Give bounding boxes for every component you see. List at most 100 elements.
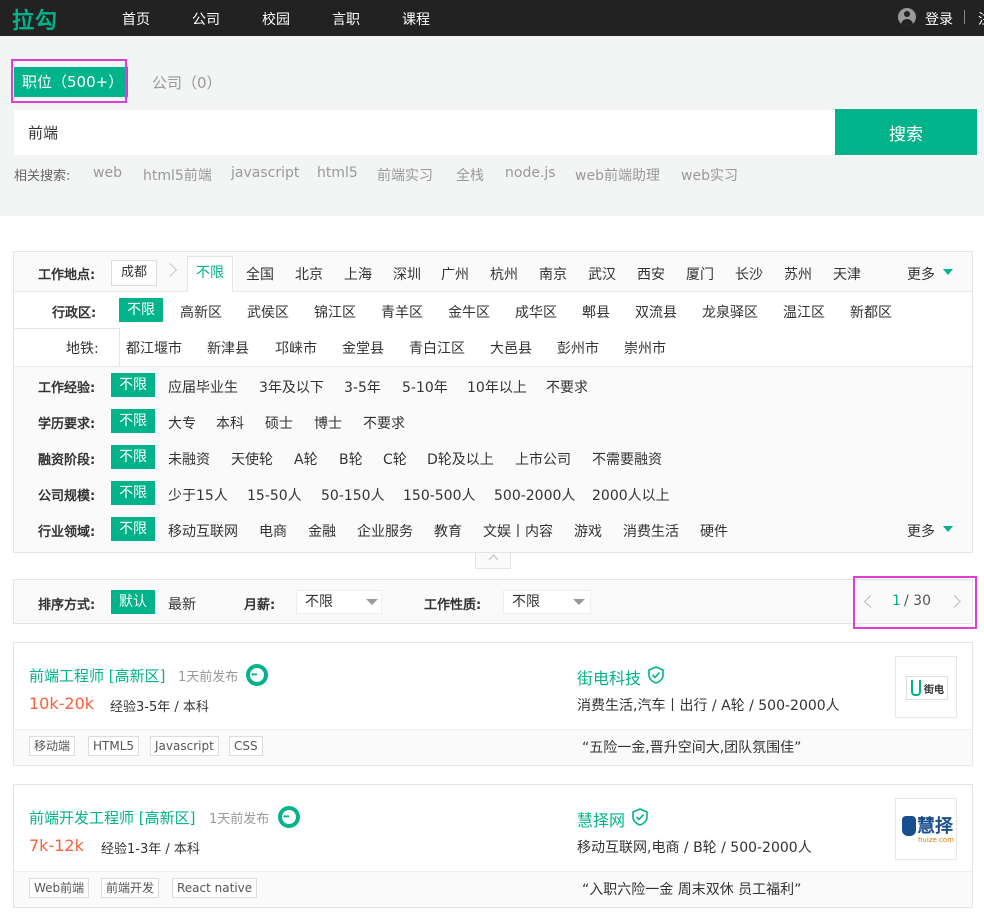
- company-logo[interactable]: 慧择 huize.com: [895, 798, 957, 860]
- city-selector[interactable]: 成都: [111, 260, 157, 286]
- lagou-logo[interactable]: 拉勾: [12, 3, 58, 35]
- location-option[interactable]: 西安: [637, 264, 665, 284]
- location-option[interactable]: 杭州: [490, 264, 518, 284]
- experience-unlimited[interactable]: 不限: [111, 373, 155, 397]
- company-name[interactable]: 街电科技: [577, 665, 641, 689]
- location-option[interactable]: 上海: [344, 264, 372, 284]
- location-option[interactable]: 厦门: [686, 264, 714, 284]
- user-icon[interactable]: [898, 8, 916, 26]
- metro-option[interactable]: 邛崃市: [275, 338, 317, 358]
- job-title[interactable]: 前端工程师 [高新区]: [29, 665, 165, 686]
- metro-option[interactable]: 彭州市: [557, 338, 599, 358]
- size-option[interactable]: 500-2000人: [494, 485, 575, 505]
- experience-option[interactable]: 不要求: [546, 377, 588, 397]
- industry-option[interactable]: 消费生活: [623, 521, 679, 541]
- metro-option[interactable]: 青白江区: [409, 338, 465, 358]
- industry-option[interactable]: 金融: [308, 521, 336, 541]
- company-logo[interactable]: 街电: [895, 656, 957, 718]
- industry-unlimited[interactable]: 不限: [111, 517, 155, 541]
- metro-label[interactable]: 地铁:: [66, 338, 99, 358]
- industry-option[interactable]: 移动互联网: [168, 521, 238, 541]
- financing-option[interactable]: 天使轮: [231, 449, 273, 469]
- financing-option[interactable]: 上市公司: [515, 449, 571, 469]
- financing-option[interactable]: 未融资: [168, 449, 210, 469]
- experience-option[interactable]: 3年及以下: [259, 377, 324, 397]
- experience-option[interactable]: 3-5年: [344, 377, 381, 397]
- location-option[interactable]: 南京: [539, 264, 567, 284]
- district-unlimited[interactable]: 不限: [119, 298, 163, 322]
- related-link[interactable]: node.js: [505, 165, 556, 181]
- education-option[interactable]: 大专: [168, 413, 196, 433]
- location-option[interactable]: 深圳: [393, 264, 421, 284]
- collapse-filter-button[interactable]: [475, 553, 511, 569]
- location-unlimited[interactable]: 不限: [187, 256, 233, 292]
- sort-newest[interactable]: 最新: [168, 594, 196, 614]
- financing-unlimited[interactable]: 不限: [111, 445, 155, 469]
- financing-option[interactable]: B轮: [339, 449, 363, 469]
- metro-option[interactable]: 崇州市: [624, 338, 666, 358]
- company-name[interactable]: 慧择网: [577, 807, 625, 831]
- education-option[interactable]: 博士: [314, 413, 342, 433]
- financing-option[interactable]: A轮: [294, 449, 318, 469]
- education-unlimited[interactable]: 不限: [111, 409, 155, 433]
- industry-option[interactable]: 电商: [259, 521, 287, 541]
- metro-option[interactable]: 新津县: [207, 338, 249, 358]
- district-option[interactable]: 武侯区: [247, 302, 289, 322]
- nav-item-courses[interactable]: 课程: [402, 9, 430, 29]
- experience-option[interactable]: 应届毕业生: [168, 377, 238, 397]
- sort-default[interactable]: 默认: [111, 590, 155, 614]
- district-option[interactable]: 成华区: [515, 302, 557, 322]
- login-link[interactable]: 登录: [925, 9, 953, 29]
- size-unlimited[interactable]: 不限: [111, 481, 155, 505]
- experience-option[interactable]: 5-10年: [402, 377, 448, 397]
- district-option[interactable]: 新都区: [850, 302, 892, 322]
- related-link[interactable]: html5: [317, 165, 358, 181]
- district-option[interactable]: 金牛区: [448, 302, 490, 322]
- location-option[interactable]: 全国: [246, 264, 274, 284]
- industry-option[interactable]: 教育: [434, 521, 462, 541]
- location-option[interactable]: 长沙: [735, 264, 763, 284]
- nav-item-yanzhi[interactable]: 言职: [332, 9, 360, 29]
- industry-option[interactable]: 企业服务: [357, 521, 413, 541]
- education-option[interactable]: 硕士: [265, 413, 293, 433]
- education-option[interactable]: 不要求: [363, 413, 405, 433]
- location-option[interactable]: 苏州: [784, 264, 812, 284]
- location-option[interactable]: 武汉: [588, 264, 616, 284]
- education-option[interactable]: 本科: [216, 413, 244, 433]
- nav-cut-text[interactable]: 注: [978, 9, 984, 29]
- nav-item-company[interactable]: 公司: [192, 9, 220, 29]
- district-option[interactable]: 龙泉驿区: [702, 302, 758, 322]
- district-option[interactable]: 锦江区: [314, 302, 356, 322]
- search-button[interactable]: 搜索: [835, 109, 977, 155]
- related-link[interactable]: javascript: [231, 165, 299, 181]
- related-link[interactable]: 前端实习: [377, 165, 433, 185]
- industry-option[interactable]: 游戏: [574, 521, 602, 541]
- size-option[interactable]: 50-150人: [321, 485, 385, 505]
- size-option[interactable]: 15-50人: [247, 485, 302, 505]
- financing-option[interactable]: D轮及以上: [427, 449, 494, 469]
- search-input[interactable]: [14, 110, 835, 155]
- tab-companies[interactable]: 公司（0）: [152, 72, 222, 93]
- chat-icon[interactable]: [278, 806, 300, 828]
- district-option[interactable]: 高新区: [180, 302, 222, 322]
- related-link[interactable]: html5前端: [143, 165, 212, 185]
- size-option[interactable]: 少于15人: [168, 485, 228, 505]
- experience-option[interactable]: 10年以上: [467, 377, 527, 397]
- metro-option[interactable]: 大邑县: [490, 338, 532, 358]
- location-option[interactable]: 天津: [833, 264, 861, 284]
- size-option[interactable]: 2000人以上: [592, 485, 670, 505]
- related-link[interactable]: web前端助理: [575, 165, 660, 185]
- financing-option[interactable]: 不需要融资: [592, 449, 662, 469]
- location-option[interactable]: 广州: [441, 264, 469, 284]
- related-link[interactable]: 全栈: [456, 165, 484, 185]
- related-link[interactable]: web实习: [681, 165, 738, 185]
- industry-option[interactable]: 硬件: [700, 521, 728, 541]
- district-option[interactable]: 郫县: [582, 302, 610, 322]
- location-option[interactable]: 北京: [295, 264, 323, 284]
- nav-item-home[interactable]: 首页: [122, 9, 150, 29]
- job-title[interactable]: 前端开发工程师 [高新区]: [29, 807, 195, 828]
- metro-option[interactable]: 金堂县: [342, 338, 384, 358]
- district-option[interactable]: 青羊区: [381, 302, 423, 322]
- industry-more-button[interactable]: 更多: [907, 521, 935, 541]
- financing-option[interactable]: C轮: [383, 449, 407, 469]
